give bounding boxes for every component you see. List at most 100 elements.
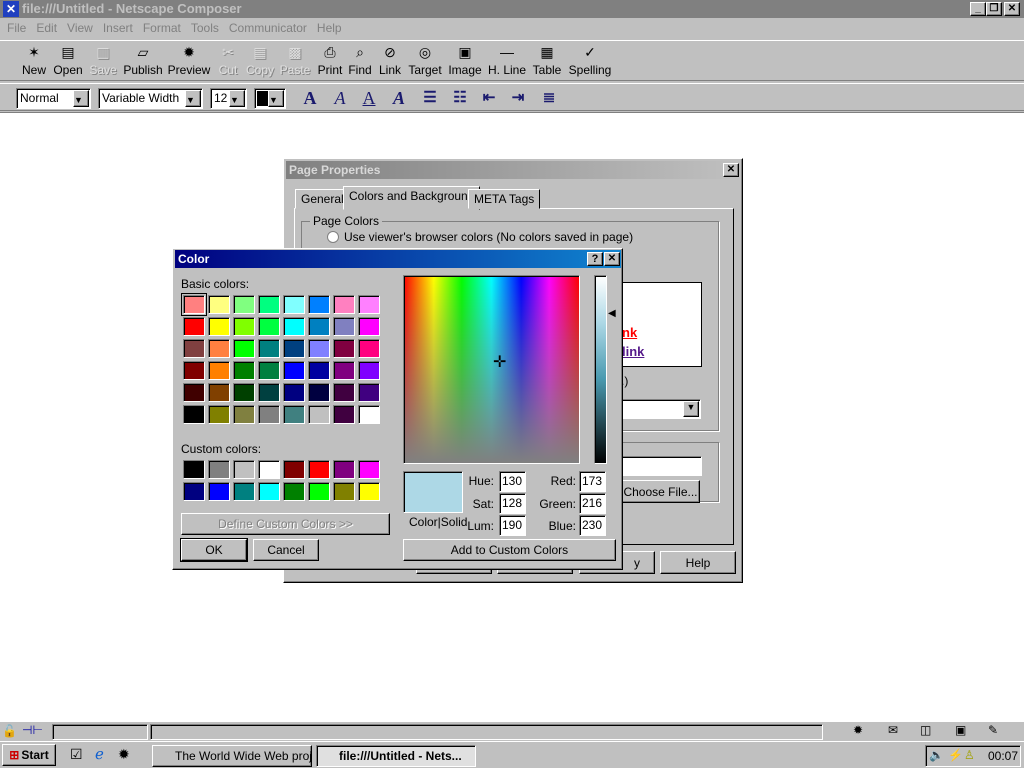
hue-input[interactable]: 130 xyxy=(499,471,526,492)
add-to-custom-colors-button[interactable]: Add to Custom Colors xyxy=(403,539,616,561)
link-button[interactable]: ⊘ Link xyxy=(370,44,410,77)
basic-color-swatch[interactable] xyxy=(233,317,255,336)
basic-color-swatch[interactable] xyxy=(258,383,280,402)
basic-color-swatch[interactable] xyxy=(208,339,230,358)
basic-color-swatch[interactable] xyxy=(308,339,330,358)
clear-styles-icon[interactable]: A xyxy=(387,87,411,109)
basic-color-swatch[interactable] xyxy=(208,361,230,380)
paragraph-style-select[interactable]: Normal ▼ xyxy=(16,88,91,109)
basic-color-swatch[interactable] xyxy=(258,361,280,380)
basic-color-swatch[interactable] xyxy=(358,339,380,358)
text-color-select[interactable]: ▼ xyxy=(254,88,286,109)
close-button[interactable]: ✕ xyxy=(723,163,739,177)
basic-color-swatch[interactable] xyxy=(183,405,205,424)
custom-color-swatch[interactable] xyxy=(183,460,205,479)
table-button[interactable]: ▦ Table xyxy=(527,44,567,77)
ok-button[interactable]: OK xyxy=(180,538,248,562)
tab-general[interactable]: General xyxy=(295,189,350,209)
alignment-icon[interactable]: ≣ xyxy=(537,87,561,109)
basic-color-swatch[interactable] xyxy=(233,405,255,424)
netscape-icon[interactable]: ✹ xyxy=(118,746,130,763)
menu-communicator[interactable]: Communicator xyxy=(224,19,312,37)
basic-color-swatch[interactable] xyxy=(258,339,280,358)
h-line-button[interactable]: — H. Line xyxy=(483,44,531,77)
blue-input[interactable]: 230 xyxy=(579,515,606,536)
basic-color-swatch[interactable] xyxy=(183,317,205,336)
basic-color-swatch[interactable] xyxy=(333,339,355,358)
basic-color-swatch[interactable] xyxy=(208,405,230,424)
security-lock-icon[interactable]: 🔓 xyxy=(2,724,17,738)
basic-color-swatch[interactable] xyxy=(358,295,380,314)
luminosity-slider[interactable] xyxy=(594,275,607,464)
green-input[interactable]: 216 xyxy=(579,493,606,514)
menu-edit[interactable]: Edit xyxy=(31,19,62,37)
realplayer-icon[interactable]: ⚡ xyxy=(948,748,963,762)
copy-button[interactable]: ▦ Copy xyxy=(240,44,280,77)
basic-color-swatch[interactable] xyxy=(333,317,355,336)
basic-color-swatch[interactable] xyxy=(283,295,305,314)
address-book-icon[interactable]: ▣ xyxy=(955,723,966,737)
tab-meta-tags[interactable]: META Tags xyxy=(468,189,541,209)
help-button[interactable]: Help xyxy=(660,551,736,574)
tab-colors-and-background[interactable]: Colors and Background xyxy=(343,186,481,210)
show-desktop-icon[interactable]: ☑ xyxy=(70,746,83,763)
maximize-button[interactable]: ❐ xyxy=(986,2,1002,16)
basic-color-swatch[interactable] xyxy=(181,293,207,316)
basic-color-swatch[interactable] xyxy=(283,339,305,358)
basic-color-swatch[interactable] xyxy=(283,361,305,380)
custom-color-swatch[interactable] xyxy=(358,460,380,479)
menu-file[interactable]: File xyxy=(2,19,31,37)
custom-color-swatch[interactable] xyxy=(333,482,355,501)
scheme-select[interactable]: ▼ xyxy=(621,399,701,419)
basic-color-swatch[interactable] xyxy=(283,405,305,424)
basic-color-swatch[interactable] xyxy=(233,383,255,402)
task-untitled-composer[interactable]: file:///Untitled - Nets... xyxy=(316,745,476,767)
font-select[interactable]: Variable Width ▼ xyxy=(98,88,203,109)
custom-color-swatch[interactable] xyxy=(283,460,305,479)
open-button[interactable]: ▤ Open xyxy=(48,44,88,77)
basic-color-swatch[interactable] xyxy=(233,361,255,380)
basic-color-swatch[interactable] xyxy=(183,361,205,380)
basic-color-swatch[interactable] xyxy=(333,361,355,380)
basic-color-swatch[interactable] xyxy=(233,339,255,358)
cancel-button[interactable]: Cancel xyxy=(253,539,319,561)
publish-button[interactable]: ▱ Publish xyxy=(119,44,167,77)
background-image-input[interactable] xyxy=(621,456,702,476)
discussions-icon[interactable]: ◫ xyxy=(920,723,931,737)
custom-color-swatch[interactable] xyxy=(233,460,255,479)
menu-insert[interactable]: Insert xyxy=(98,19,138,37)
custom-color-swatch[interactable] xyxy=(183,482,205,501)
target-button[interactable]: ◎ Target xyxy=(405,44,445,77)
basic-color-swatch[interactable] xyxy=(358,405,380,424)
basic-color-swatch[interactable] xyxy=(333,295,355,314)
basic-color-swatch[interactable] xyxy=(308,383,330,402)
bold-icon[interactable]: A xyxy=(298,87,322,109)
menu-format[interactable]: Format xyxy=(138,19,186,37)
image-button[interactable]: ▣ Image xyxy=(445,44,485,77)
menu-view[interactable]: View xyxy=(62,19,98,37)
paste-button[interactable]: ▩ Paste xyxy=(275,44,315,77)
close-button[interactable]: ✕ xyxy=(1004,2,1020,16)
custom-color-swatch[interactable] xyxy=(233,482,255,501)
custom-color-swatch[interactable] xyxy=(258,460,280,479)
basic-color-swatch[interactable] xyxy=(333,383,355,402)
basic-color-swatch[interactable] xyxy=(308,317,330,336)
font-size-select[interactable]: 12 ▼ xyxy=(210,88,247,109)
basic-color-swatch[interactable] xyxy=(208,317,230,336)
underline-icon[interactable]: A xyxy=(357,87,381,109)
custom-color-swatch[interactable] xyxy=(308,460,330,479)
custom-color-swatch[interactable] xyxy=(208,460,230,479)
define-custom-colors-button[interactable]: Define Custom Colors >> xyxy=(181,513,390,535)
volume-icon[interactable]: 🔈 xyxy=(929,748,944,762)
basic-color-swatch[interactable] xyxy=(183,339,205,358)
color-spectrum-picker[interactable]: ✛ xyxy=(403,275,580,464)
browser-colors-radio[interactable] xyxy=(327,231,339,243)
custom-color-swatch[interactable] xyxy=(283,482,305,501)
basic-color-swatch[interactable] xyxy=(308,295,330,314)
basic-color-swatch[interactable] xyxy=(283,317,305,336)
bullet-list-icon[interactable]: ☰ xyxy=(418,87,442,109)
agent-icon[interactable]: ♙ xyxy=(964,748,975,762)
chevron-down-icon[interactable]: ▼ xyxy=(683,401,699,417)
basic-color-swatch[interactable] xyxy=(333,405,355,424)
start-button[interactable]: ⊞ Start xyxy=(2,744,56,766)
